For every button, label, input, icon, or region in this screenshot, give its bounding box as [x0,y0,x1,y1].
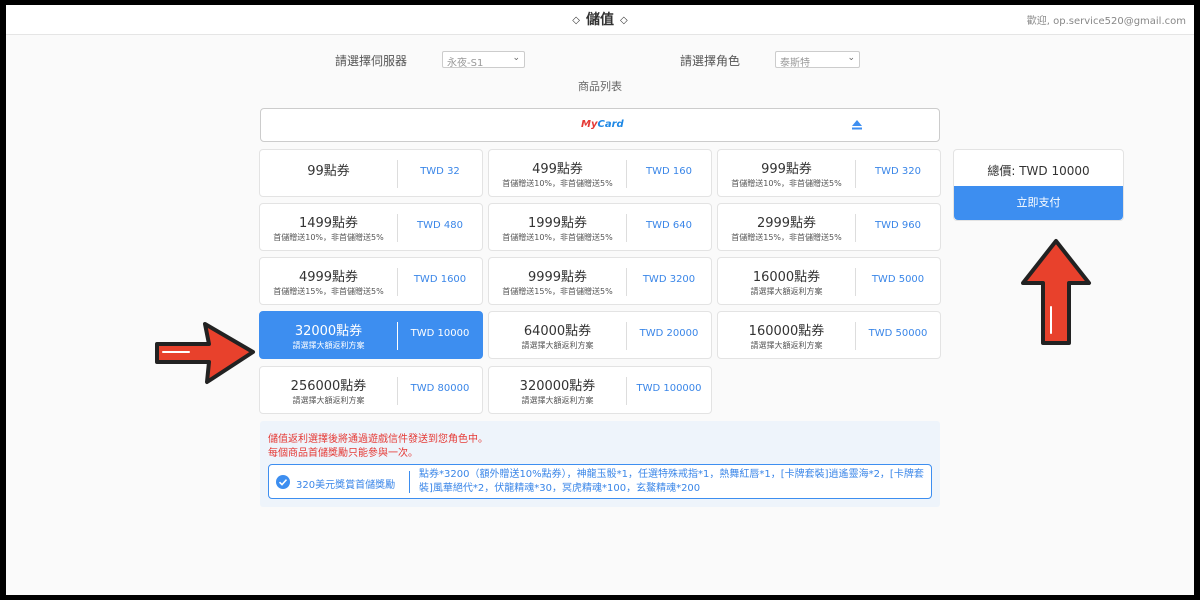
bonus-option[interactable]: 320美元獎賞首儲獎勵 點券*3200（額外贈送10%點券），神龍玉骰*1，任選… [268,464,932,499]
product-note: 首儲贈送10%，非首儲贈送5% [502,233,613,242]
role-select[interactable]: 泰斯特 ⌄ [775,51,860,69]
product-price: TWD 20000 [639,328,699,339]
product-price: TWD 10000 [410,328,470,339]
product-price: TWD 3200 [642,274,696,285]
product-note: 首儲贈送10%，非首儲贈送5% [731,179,842,188]
check-circle-icon[interactable] [276,475,290,489]
product-note: 首儲贈送10%，非首儲贈送5% [502,179,613,188]
product-note: 首儲贈送15%，非首儲贈送5% [502,287,613,296]
product-price: TWD 640 [646,220,692,231]
product-price: TWD 160 [646,166,692,177]
top-bar: ◇ 儲值 ◇ 歡迎, op.service520@gmail.com [6,5,1194,35]
up-arrow-icon [1021,239,1091,345]
product-points: 99點券 [307,164,350,179]
product-note: 請選擇大額返利方案 [750,287,823,296]
page-title: ◇ 儲值 ◇ [6,9,1194,29]
product-card[interactable]: 4999點券首儲贈送15%，非首儲贈送5% TWD 1600 [259,257,483,305]
bonus-name: 320美元獎賞首儲獎勵 [296,480,396,491]
product-points: 256000點券 [290,379,367,394]
product-price: TWD 480 [417,220,463,231]
product-card[interactable]: 160000點券請選擇大額返利方案 TWD 50000 [717,311,941,359]
server-select[interactable]: 永夜-S1 ⌄ [442,51,525,69]
product-card[interactable]: 99點券 TWD 32 [259,149,483,197]
product-points: 160000點券 [748,324,825,339]
product-price: TWD 320 [875,166,921,177]
notice-line: 每個商品首儲獎勵只能參與一次。 [268,448,418,459]
diamond-icon: ◇ [620,15,628,26]
product-price: TWD 1600 [413,274,467,285]
notice-panel: 儲值返利選擇後將通過遊戲信件發送到您角色中。 每個商品首儲獎勵只能參與一次。 3… [260,421,940,507]
product-note: 請選擇大額返利方案 [521,396,594,405]
server-label: 請選擇伺服器 [335,54,408,68]
mycard-logo[interactable]: MyCard [581,119,624,130]
product-note: 請選擇大額返利方案 [292,396,365,405]
product-points: 4999點券 [298,270,359,285]
product-points: 1999點券 [527,216,588,231]
product-card[interactable]: 9999點券首儲贈送15%，非首儲贈送5% TWD 3200 [488,257,712,305]
notice-line: 儲值返利選擇後將通過遊戲信件發送到您角色中。 [268,434,488,445]
product-note: 請選擇大額返利方案 [292,341,365,350]
product-points: 16000點券 [752,270,821,285]
product-note: 請選擇大額返利方案 [750,341,823,350]
product-points: 64000點券 [523,324,592,339]
chevron-down-icon: ⌄ [512,53,520,63]
product-card[interactable]: 2999點券首儲贈送15%，非首儲贈送5% TWD 960 [717,203,941,251]
product-points: 1499點券 [298,216,359,231]
product-points: 320000點券 [519,379,596,394]
payment-method-bar[interactable]: MyCard [260,108,940,142]
total-price: 總價: TWD 10000 [987,164,1090,178]
product-price: TWD 100000 [636,383,702,394]
page-title-text: 儲值 [586,12,614,28]
diamond-icon: ◇ [572,15,580,26]
product-card[interactable]: 1999點券首儲贈送10%，非首儲贈送5% TWD 640 [488,203,712,251]
page: ◇ 儲值 ◇ 歡迎, op.service520@gmail.com 請選擇伺服器 … [6,5,1194,595]
product-price: TWD 32 [420,166,460,177]
welcome-user: 歡迎, op.service520@gmail.com [1026,16,1186,27]
product-note: 首儲贈送10%，非首儲贈送5% [273,233,384,242]
product-card-selected[interactable]: 32000點券請選擇大額返利方案 TWD 10000 [259,311,483,359]
right-arrow-icon [155,322,255,384]
product-points: 9999點券 [527,270,588,285]
product-price: TWD 50000 [868,328,928,339]
product-card[interactable]: 320000點券請選擇大額返利方案 TWD 100000 [488,366,712,414]
chevron-down-icon: ⌄ [847,53,855,63]
product-note: 請選擇大額返利方案 [521,341,594,350]
product-points: 2999點券 [756,216,817,231]
pay-now-button[interactable]: 立即支付 [954,186,1123,220]
product-points: 499點券 [532,162,583,177]
product-card[interactable]: 1499點券首儲贈送10%，非首儲贈送5% TWD 480 [259,203,483,251]
bonus-description: 點券*3200（額外贈送10%點券），神龍玉骰*1，任選特殊戒指*1，熱舞紅唇*… [419,469,924,494]
product-note: 首儲贈送15%，非首儲贈送5% [273,287,384,296]
product-card[interactable]: 16000點券請選擇大額返利方案 TWD 5000 [717,257,941,305]
product-price: TWD 80000 [410,383,470,394]
product-card[interactable]: 999點券首儲贈送10%，非首儲贈送5% TWD 320 [717,149,941,197]
product-card[interactable]: 499點券首儲贈送10%，非首儲贈送5% TWD 160 [488,149,712,197]
product-list-title: 商品列表 [578,80,622,93]
role-label: 請選擇角色 [680,54,741,68]
product-price: TWD 5000 [871,274,925,285]
collapse-icon[interactable] [851,119,863,131]
product-card[interactable]: 64000點券請選擇大額返利方案 TWD 20000 [488,311,712,359]
product-price: TWD 960 [875,220,921,231]
order-summary: 總價: TWD 10000 立即支付 [953,149,1124,221]
product-note: 首儲贈送15%，非首儲贈送5% [731,233,842,242]
product-points: 999點券 [761,162,812,177]
product-points: 32000點券 [294,324,363,339]
product-card[interactable]: 256000點券請選擇大額返利方案 TWD 80000 [259,366,483,414]
